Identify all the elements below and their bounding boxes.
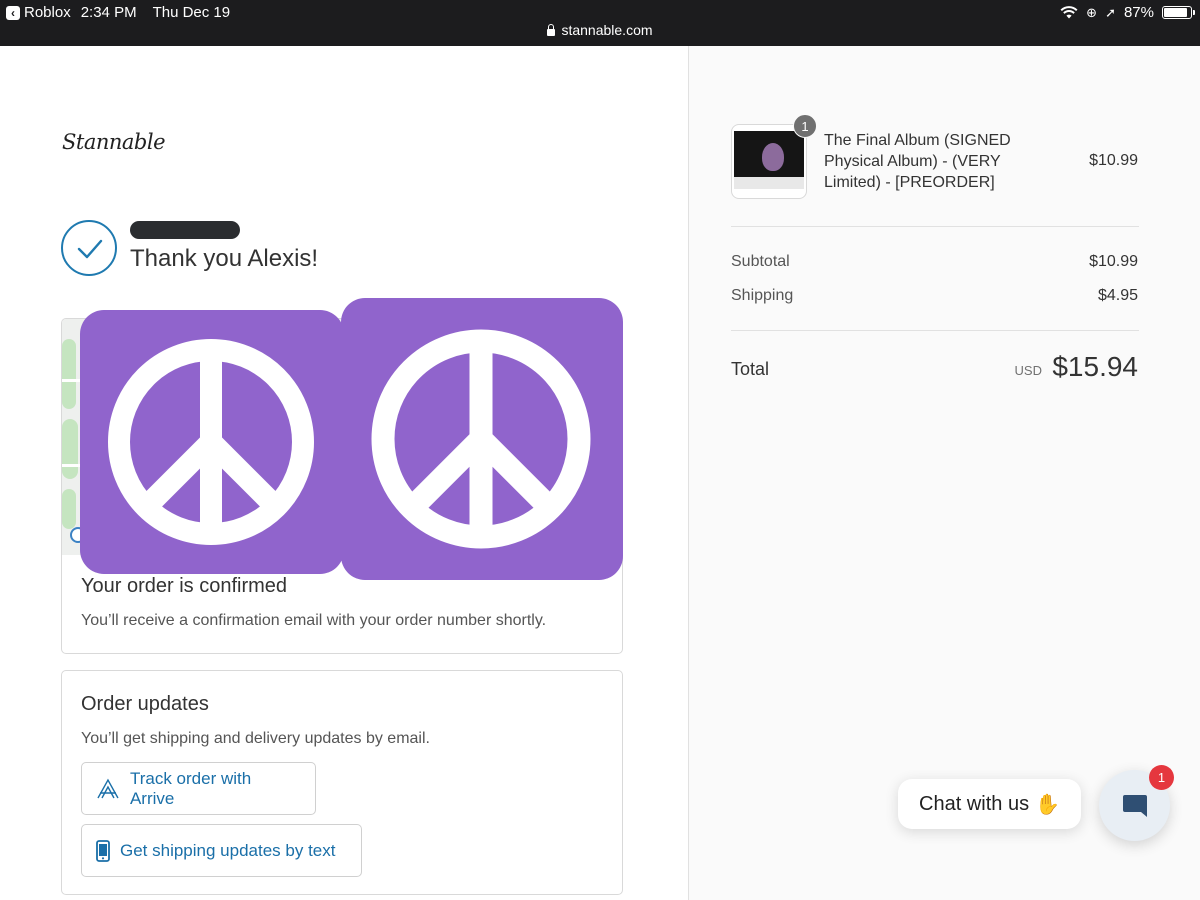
map-park [62,489,76,529]
battery-percent: 87% [1123,4,1154,21]
status-bar: ‹ Roblox 2:34 PM Thu Dec 19 stannable.co… [0,0,1200,46]
album-cover-band [734,177,804,189]
battery-icon [1162,6,1195,19]
total-label: Total [731,359,770,379]
product-price: $10.99 [1089,152,1138,169]
product-thumbnail [731,124,807,199]
product-name: The Final Album (SIGNED Physical Album) … [824,132,1011,191]
summary-divider [731,226,1139,227]
total-currency: USD [1014,363,1042,378]
peace-sign-icon [80,310,344,574]
store-logo[interactable]: Stannable [62,130,166,154]
rotation-lock-icon: ⊕ [1086,4,1098,20]
shipping-label: Shipping [731,287,794,304]
peace-sign-icon [341,298,623,580]
shipping-value: $4.95 [1097,287,1138,304]
summary-divider [731,330,1139,331]
phone-icon [96,839,110,862]
chat-icon [1123,795,1147,817]
url-text: stannable.com [561,22,653,38]
back-to-app-button[interactable]: ‹ Roblox [6,4,71,21]
wifi-icon [1060,6,1078,19]
album-cover-image [734,131,804,189]
success-check-icon [61,220,117,276]
waving-hand-icon: ✋ [1035,793,1060,816]
subtotal-value: $10.99 [1089,253,1138,270]
track-order-button[interactable]: Track order with Arrive [81,762,316,815]
status-bar-right: ⊕ ➚ 87% [1060,4,1195,21]
total-value: $15.94 [1052,351,1138,382]
order-updates-text: You’ll get shipping and delivery updates… [81,730,430,747]
location-icon: ➚ [1105,4,1116,20]
order-confirmed-title: Your order is confirmed [81,575,288,597]
order-updates-card: Order updates You’ll get shipping and de… [61,670,623,895]
subtotal-label: Subtotal [731,253,790,270]
quantity-badge: 1 [793,114,817,138]
order-updates-title: Order updates [81,693,209,715]
back-arrow-icon: ‹ [6,5,20,20]
album-cover-art [762,143,784,171]
back-app-label: Roblox [24,4,71,21]
redacted-order-number [130,221,240,239]
chat-prompt-label: Chat with us [919,792,1030,815]
status-time: 2:34 PM [80,4,137,21]
status-date: Thu Dec 19 [152,4,231,21]
chat-prompt-bubble[interactable]: Chat with us ✋ [898,779,1081,829]
lock-icon [547,23,556,36]
track-order-label: Track order with Arrive [129,768,252,808]
map-park [62,339,76,409]
map-park [62,419,78,479]
address-bar[interactable]: stannable.com [0,22,1200,38]
thank-you-heading: Thank you Alexis! [130,245,319,272]
battery-fill [1164,8,1187,17]
status-bar-left: ‹ Roblox 2:34 PM Thu Dec 19 [6,4,230,21]
sms-updates-button[interactable]: Get shipping updates by text [81,824,362,877]
arrive-logo-icon [97,778,119,798]
chat-unread-badge: 1 [1149,765,1174,790]
sms-updates-label: Get shipping updates by text [120,840,336,860]
order-confirmed-text: You’ll receive a confirmation email with… [81,612,547,629]
